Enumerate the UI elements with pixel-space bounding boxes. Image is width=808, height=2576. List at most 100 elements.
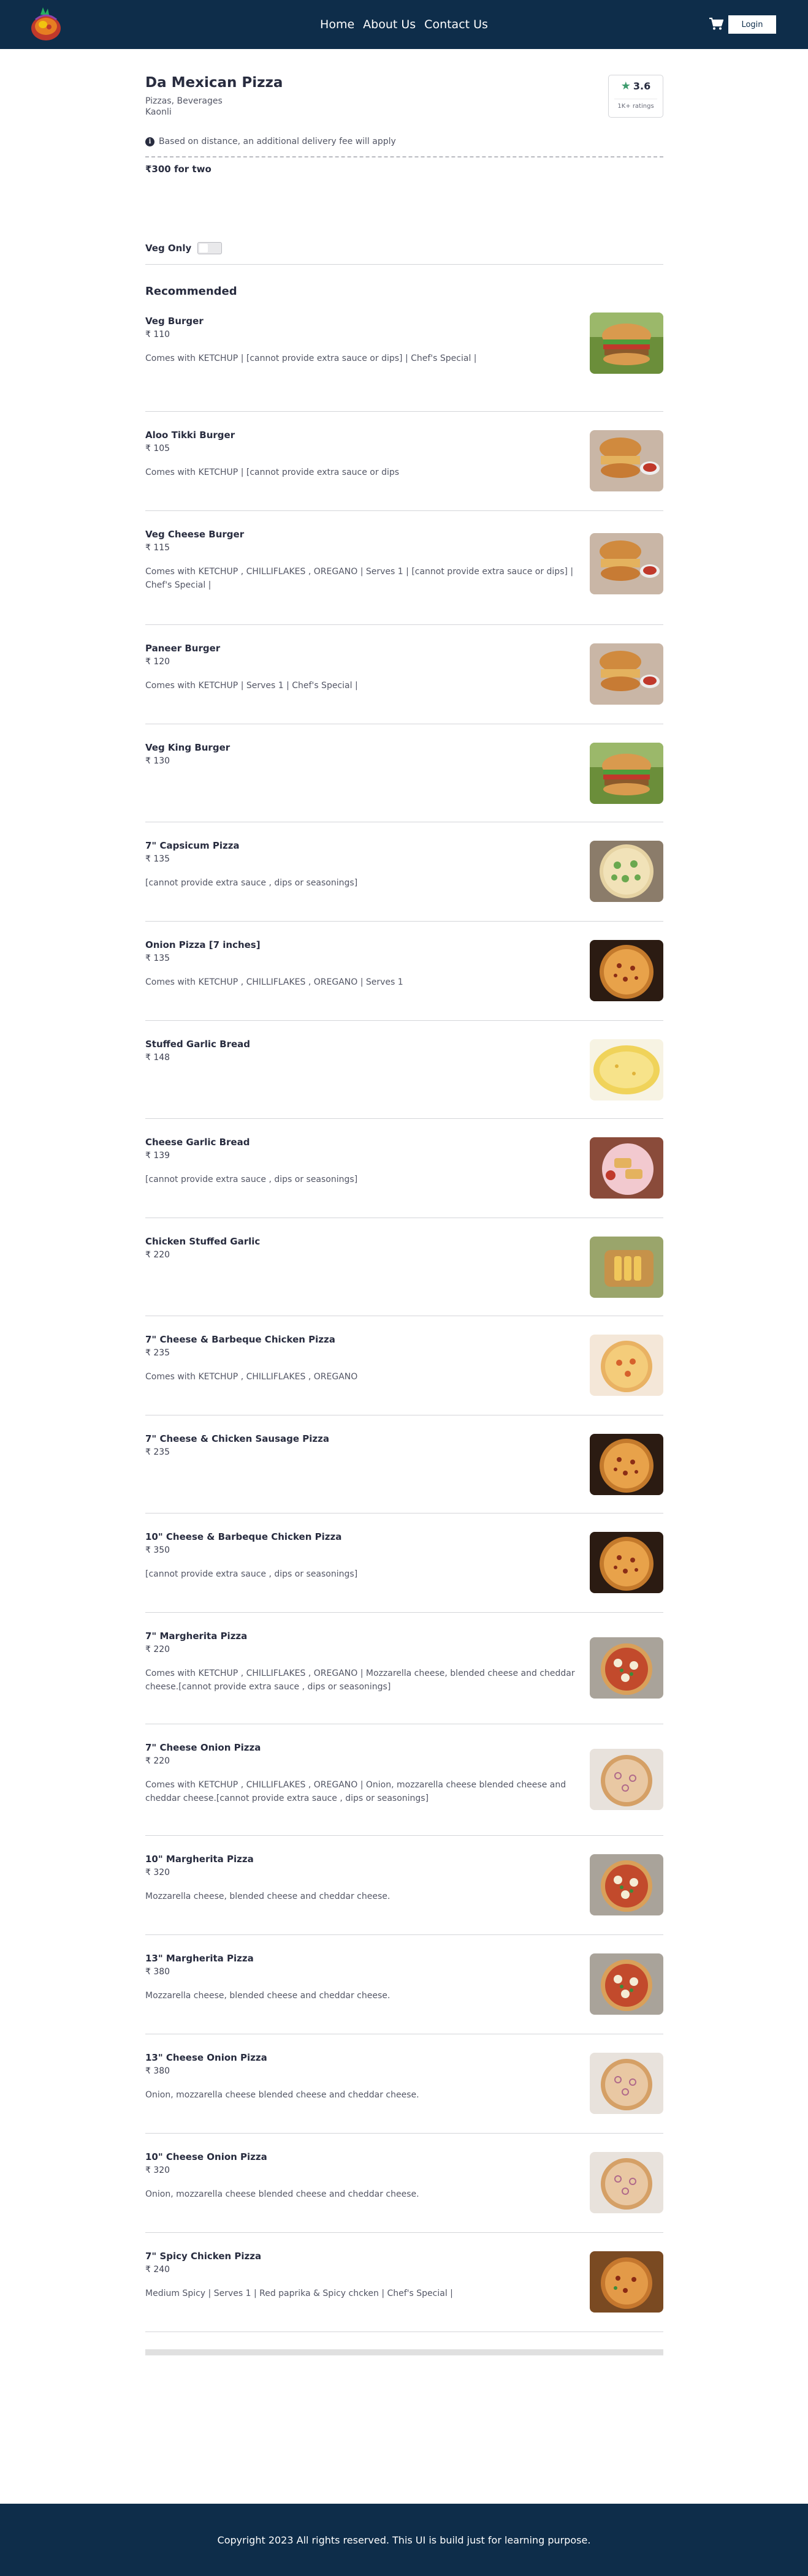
- menu-item-name: 13" Cheese Onion Pizza: [145, 2052, 267, 2063]
- menu-item[interactable]: 7" Cheese & Barbeque Chicken Pizza ₹ 235 C…: [145, 1316, 663, 1415]
- menu-item-description: [cannot provide extra sauce , dips or se…: [145, 1175, 358, 1184]
- cost-for-two: ₹300 for two: [145, 164, 212, 175]
- menu-item[interactable]: Chicken Stuffed Garlic ₹ 220: [145, 1218, 663, 1316]
- menu-item-name: 10" Cheese & Barbeque Chicken Pizza: [145, 1531, 342, 1542]
- veg-only-toggle[interactable]: [197, 242, 223, 254]
- menu-item-name: Stuffed Garlic Bread: [145, 1039, 251, 1050]
- menu-item-price: ₹ 135: [145, 953, 170, 963]
- menu-item-details: Onion Pizza [7 inches] ₹ 135 Comes with KE…: [145, 939, 581, 989]
- menu-item-price: ₹ 240: [145, 2265, 170, 2275]
- menu-item-details: Chicken Stuffed Garlic ₹ 220: [145, 1235, 581, 1261]
- menu-item-price: ₹ 220: [145, 1250, 170, 1260]
- menu-item-image[interactable]: [590, 1237, 663, 1298]
- menu-item-image[interactable]: [590, 2053, 663, 2114]
- menu-item[interactable]: Onion Pizza [7 inches] ₹ 135 Comes with KE…: [145, 922, 663, 1021]
- toggle-knob: [199, 244, 208, 252]
- menu-item-name: Onion Pizza [7 inches]: [145, 939, 261, 950]
- menu-item-image[interactable]: [590, 1532, 663, 1593]
- menu-item[interactable]: Paneer Burger ₹ 120 Comes with KETCHUP | S…: [145, 625, 663, 724]
- menu-item-price: ₹ 380: [145, 2066, 170, 2076]
- menu-item-image[interactable]: [590, 1434, 663, 1495]
- menu-item-image[interactable]: [590, 2152, 663, 2213]
- menu-item-image[interactable]: [590, 1039, 663, 1100]
- nav-contact-link[interactable]: Contact Us: [424, 18, 488, 31]
- section-title: Recommended: [145, 285, 237, 298]
- restaurant-cuisines: Pizzas, Beverages: [145, 96, 223, 106]
- main-nav: Home About Us Contact Us: [0, 0, 808, 49]
- info-icon: i: [145, 137, 154, 146]
- menu-item[interactable]: Veg King Burger ₹ 130: [145, 724, 663, 822]
- menu-item[interactable]: Veg Burger ₹ 110 Comes with KETCHUP | [can…: [145, 313, 663, 412]
- menu-item-description: Comes with KETCHUP , CHILLIFLAKES , OREG…: [145, 567, 574, 590]
- menu-item-details: Stuffed Garlic Bread ₹ 148: [145, 1038, 581, 1064]
- footer: Copyright 2023 All rights reserved. This…: [0, 2504, 808, 2576]
- menu-item-details: Veg King Burger ₹ 130: [145, 741, 581, 767]
- menu-item-price: ₹ 120: [145, 657, 170, 667]
- menu-item-image[interactable]: [590, 1335, 663, 1396]
- menu-item-details: 7" Cheese & Chicken Sausage Pizza ₹ 235: [145, 1433, 581, 1458]
- menu-item-price: ₹ 235: [145, 1348, 170, 1358]
- menu-item-details: Cheese Garlic Bread ₹ 139 [cannot provide …: [145, 1136, 581, 1186]
- menu-item[interactable]: 7" Spicy Chicken Pizza ₹ 240 Medium Spicy …: [145, 2233, 663, 2332]
- menu-item-image[interactable]: [590, 940, 663, 1001]
- menu-item-image[interactable]: [590, 743, 663, 804]
- menu-list: Veg Burger ₹ 110 Comes with KETCHUP | [can…: [145, 313, 663, 2332]
- menu-item-details: 10" Cheese & Barbeque Chicken Pizza ₹ 350…: [145, 1531, 581, 1581]
- menu-item-description: Comes with KETCHUP , CHILLIFLAKES , OREG…: [145, 1780, 566, 1803]
- rating-count: 1K+ ratings: [617, 103, 654, 110]
- cart-icon[interactable]: [709, 17, 723, 31]
- horizontal-scrollbar[interactable]: [145, 2349, 663, 2355]
- menu-item[interactable]: 13" Cheese Onion Pizza ₹ 380 Onion, mozzar…: [145, 2034, 663, 2134]
- menu-item[interactable]: 10" Margherita Pizza ₹ 320 Mozzarella chee…: [145, 1836, 663, 1935]
- nav-home-link[interactable]: Home: [320, 18, 354, 31]
- menu-item-details: Aloo Tikki Burger ₹ 105 Comes with KETCHUP…: [145, 429, 581, 479]
- menu-item-name: Veg King Burger: [145, 742, 231, 753]
- food-image-icon: [590, 1749, 663, 1810]
- menu-item-description: [cannot provide extra sauce , dips or se…: [145, 878, 358, 888]
- menu-item-image[interactable]: [590, 643, 663, 705]
- menu-item-details: 7" Cheese Onion Pizza ₹ 220 Comes with KET…: [145, 1741, 581, 1805]
- menu-item-image[interactable]: [590, 1637, 663, 1699]
- menu-item-image[interactable]: [590, 2251, 663, 2313]
- menu-item[interactable]: 10" Cheese Onion Pizza ₹ 320 Onion, mozzar…: [145, 2134, 663, 2233]
- nav-about-link[interactable]: About Us: [363, 18, 416, 31]
- menu-item[interactable]: 7" Capsicum Pizza ₹ 135 [cannot provide ex…: [145, 822, 663, 922]
- menu-item[interactable]: Stuffed Garlic Bread ₹ 148: [145, 1021, 663, 1119]
- food-image-icon: [590, 533, 663, 594]
- menu-item-name: 7" Spicy Chicken Pizza: [145, 2251, 262, 2262]
- menu-item-image[interactable]: [590, 430, 663, 491]
- food-image-icon: [590, 2251, 663, 2313]
- menu-item-image[interactable]: [590, 313, 663, 374]
- menu-item[interactable]: Aloo Tikki Burger ₹ 105 Comes with KETCHUP…: [145, 412, 663, 511]
- menu-item-image[interactable]: [590, 1854, 663, 1915]
- restaurant-info: Da Mexican Pizza Pizzas, Beverages Kaonl…: [145, 74, 663, 121]
- restaurant-name: Da Mexican Pizza: [145, 75, 283, 91]
- menu-item-name: 7" Capsicum Pizza: [145, 840, 240, 851]
- login-button[interactable]: Login: [728, 15, 776, 34]
- menu-item-price: ₹ 115: [145, 543, 170, 553]
- menu-item-name: 10" Cheese Onion Pizza: [145, 2151, 267, 2162]
- menu-item-description: Comes with KETCHUP | [cannot provide ext…: [145, 468, 400, 477]
- food-image-icon: [590, 313, 663, 374]
- menu-item[interactable]: 10" Cheese & Barbeque Chicken Pizza ₹ 350…: [145, 1513, 663, 1613]
- menu-item[interactable]: 13" Margherita Pizza ₹ 380 Mozzarella chee…: [145, 1935, 663, 2034]
- menu-item-description: Medium Spicy | Serves 1 | Red paprika & …: [145, 2289, 453, 2298]
- menu-item-price: ₹ 110: [145, 330, 170, 339]
- food-image-icon: [590, 1434, 663, 1495]
- menu-item-image[interactable]: [590, 533, 663, 594]
- menu-item-image[interactable]: [590, 841, 663, 902]
- menu-item-name: 7" Cheese & Barbeque Chicken Pizza: [145, 1334, 335, 1345]
- menu-item-image[interactable]: [590, 1953, 663, 2015]
- rating-value: 3.6: [633, 80, 651, 92]
- restaurant-page: Da Mexican Pizza Pizzas, Beverages Kaonl…: [145, 49, 663, 2355]
- menu-item[interactable]: Veg Cheese Burger ₹ 115 Comes with KETCHUP…: [145, 511, 663, 625]
- menu-item-image[interactable]: [590, 1137, 663, 1199]
- menu-item[interactable]: 7" Cheese Onion Pizza ₹ 220 Comes with KET…: [145, 1724, 663, 1836]
- menu-item-price: ₹ 148: [145, 1053, 170, 1063]
- menu-item[interactable]: Cheese Garlic Bread ₹ 139 [cannot provide …: [145, 1119, 663, 1218]
- menu-item[interactable]: 7" Cheese & Chicken Sausage Pizza ₹ 235: [145, 1415, 663, 1513]
- menu-item-price: ₹ 130: [145, 756, 170, 766]
- menu-item[interactable]: 7" Margherita Pizza ₹ 220 Comes with KETCH…: [145, 1613, 663, 1724]
- menu-item-image[interactable]: [590, 1749, 663, 1810]
- menu-item-description: [cannot provide extra sauce , dips or se…: [145, 1569, 358, 1579]
